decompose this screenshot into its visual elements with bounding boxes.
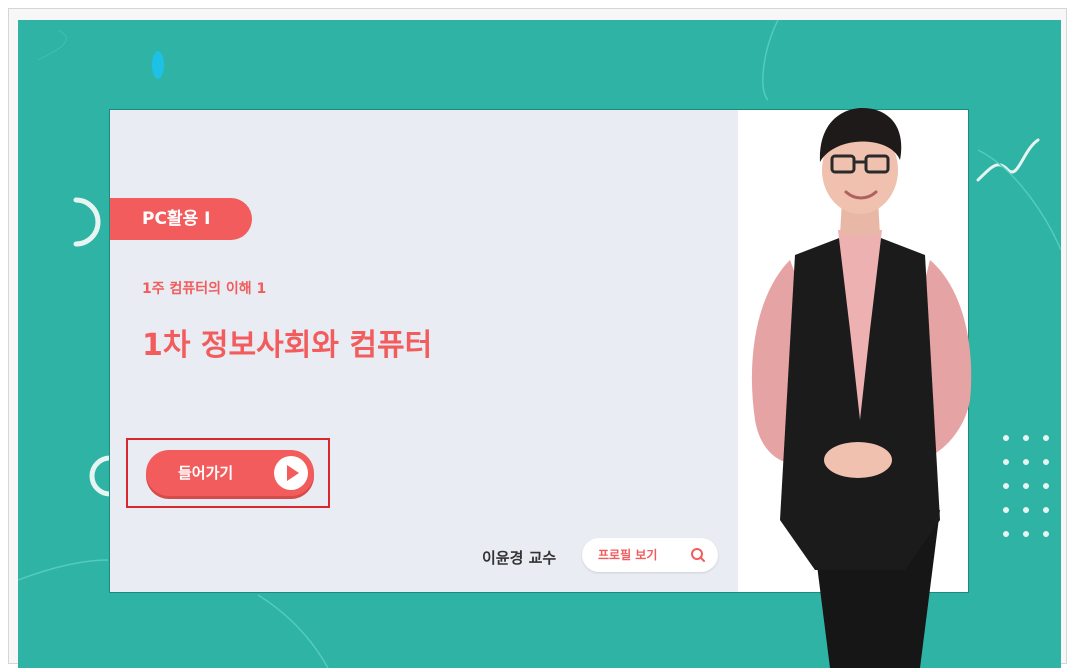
- profile-view-label: 프로필 보기: [598, 548, 658, 562]
- enter-button[interactable]: 들어가기: [146, 450, 314, 496]
- play-icon: [274, 456, 308, 490]
- lecture-title: 1차 정보사회와 컴퓨터: [142, 328, 433, 363]
- professor-name: 이윤경 교수: [482, 549, 557, 567]
- enter-button-label: 들어가기: [178, 464, 234, 482]
- profile-view-button[interactable]: 프로필 보기: [582, 538, 718, 572]
- lecture-stage: PC활용 I 1주 컴퓨터의 이해 1 1차 정보사회와 컴퓨터 들어가기 이윤…: [18, 20, 1061, 668]
- week-subtitle: 1주 컴퓨터의 이해 1: [142, 281, 267, 297]
- dot-grid-icon: [1003, 435, 1049, 537]
- professor-photo: [751, 108, 972, 668]
- search-icon: [691, 548, 705, 562]
- course-badge: PC활용 I: [110, 198, 252, 240]
